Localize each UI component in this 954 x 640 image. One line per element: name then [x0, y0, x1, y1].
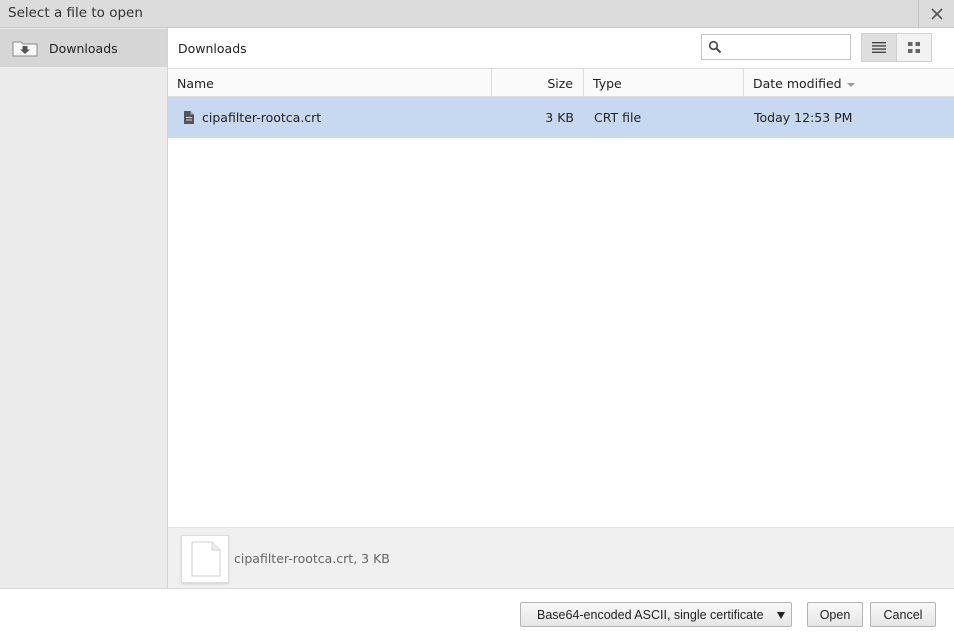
file-type-selected: Base64-encoded ASCII, single certificate — [537, 608, 764, 622]
file-name-cell: cipafilter-rootca.crt — [202, 110, 322, 125]
file-type-cell: CRT file — [594, 110, 642, 125]
close-button[interactable] — [918, 0, 954, 27]
file-type-dropdown[interactable]: Base64-encoded ASCII, single certificate — [520, 602, 792, 627]
title-bar: Select a file to open — [0, 0, 954, 28]
column-header-size[interactable]: Size — [492, 69, 584, 97]
list-view-icon — [871, 42, 886, 53]
column-header-date-modified[interactable]: Date modified — [744, 69, 954, 97]
breadcrumb[interactable]: Downloads — [178, 41, 247, 56]
column-header-row: Name Size Type Date modified — [168, 69, 954, 97]
thumbnail-view-button[interactable] — [896, 34, 931, 61]
grid-view-icon — [907, 42, 920, 53]
window-title: Select a file to open — [8, 5, 143, 21]
list-view-button[interactable] — [862, 34, 897, 61]
open-button[interactable]: Open — [807, 602, 863, 627]
preview-thumbnail — [181, 535, 229, 583]
sidebar: Downloads — [0, 28, 168, 588]
search-box[interactable] — [701, 34, 851, 60]
column-header-label: Name — [177, 76, 214, 91]
column-header-label: Type — [593, 76, 622, 91]
column-header-label: Date modified — [753, 76, 842, 91]
column-header-name[interactable]: Name — [168, 69, 492, 97]
file-browser-main: Downloads Name Size Type Date modified c… — [168, 28, 954, 588]
column-header-type[interactable]: Type — [584, 69, 744, 97]
downloads-folder-icon — [12, 41, 38, 57]
file-row[interactable]: cipafilter-rootca.crt 3 KB CRT file Toda… — [168, 97, 954, 138]
search-icon — [708, 40, 722, 54]
document-icon — [191, 541, 221, 577]
sidebar-item-label: Downloads — [49, 41, 118, 56]
preview-panel: cipafilter-rootca.crt, 3 KB — [168, 527, 954, 588]
dialog-footer: Base64-encoded ASCII, single certificate… — [0, 588, 954, 640]
view-mode-toggle — [861, 33, 932, 62]
close-icon — [930, 7, 943, 20]
file-icon — [184, 111, 194, 124]
cancel-button[interactable]: Cancel — [870, 602, 936, 627]
column-header-label: Size — [547, 76, 573, 91]
dropdown-arrow-icon — [777, 612, 785, 619]
file-date-cell: Today 12:53 PM — [754, 110, 853, 125]
search-input[interactable] — [726, 38, 846, 56]
preview-file-info: cipafilter-rootca.crt, 3 KB — [234, 551, 390, 566]
sidebar-item-downloads[interactable]: Downloads — [0, 29, 167, 67]
file-size-cell: 3 KB — [545, 110, 574, 125]
sort-descending-icon — [846, 82, 855, 87]
toolbar: Downloads — [168, 28, 954, 69]
